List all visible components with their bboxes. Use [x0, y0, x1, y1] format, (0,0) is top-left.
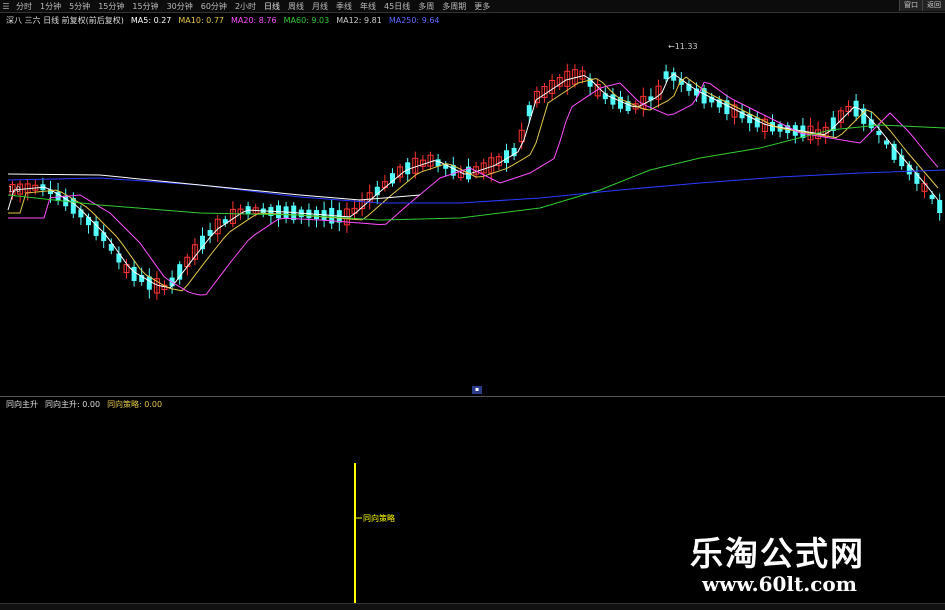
watermark-url: www.60lt.com: [702, 572, 857, 596]
watermark-logo: 乐淘公式网: [690, 534, 865, 573]
candle-body: [390, 173, 395, 184]
candle-body: [101, 232, 107, 242]
candle-body: [131, 266, 137, 281]
indicator-value-2: 同向策略: 0.00: [107, 400, 163, 409]
ma20-line: [8, 81, 939, 296]
candlestick-chart[interactable]: ←11.33 1.0: [0, 26, 945, 396]
ma5-label: MA5: 0.27: [130, 15, 172, 25]
stock-title: 深八 三六 日线 前复权(前后复权): [6, 15, 124, 25]
tab-2hour[interactable]: 2小时: [231, 1, 260, 12]
candle-body: [937, 199, 943, 214]
indicator-value-1: 同向主升: 0.00: [45, 400, 101, 409]
tab-5min[interactable]: 5分钟: [65, 1, 94, 12]
panel-divider[interactable]: [0, 396, 945, 397]
ma10-line: [8, 76, 939, 292]
indicator-name: 同向主升: [6, 400, 38, 409]
candle-body: [146, 276, 152, 290]
tab-daily[interactable]: 日线: [260, 1, 284, 12]
candle-body: [504, 150, 509, 163]
tab-60min[interactable]: 60分钟: [197, 1, 231, 12]
back-button[interactable]: 返回: [922, 0, 945, 11]
ma-legend: 深八 三六 日线 前复权(前后复权) MA5: 0.27 MA10: 0.77 …: [6, 14, 447, 26]
candle-body: [747, 114, 753, 124]
menu-icon[interactable]: ☰: [0, 2, 12, 11]
tab-15min-b[interactable]: 15分钟: [128, 1, 162, 12]
tab-15min[interactable]: 15分钟: [94, 1, 128, 12]
ma20-label: MA20: 8.76: [231, 15, 277, 25]
scroll-handle[interactable]: ▪: [472, 386, 482, 394]
signal-label: 同向策略: [363, 513, 395, 523]
peak-price-label: ←11.33: [668, 42, 698, 51]
tab-more[interactable]: 更多: [470, 1, 494, 12]
ma10-label: MA10: 0.77: [178, 15, 224, 25]
tab-fenshi[interactable]: 分时: [12, 1, 36, 12]
ma60-label: MA60: 9.03: [283, 15, 330, 25]
tab-weekly[interactable]: 周线: [284, 1, 308, 12]
tab-multi[interactable]: 多周: [414, 1, 438, 12]
tab-1min[interactable]: 1分钟: [36, 1, 65, 12]
candle-body: [610, 94, 616, 105]
candle-body: [526, 105, 532, 117]
tab-quarterly[interactable]: 季线: [332, 1, 356, 12]
candle-body: [405, 162, 411, 175]
candle-body: [671, 72, 677, 81]
tab-yearly[interactable]: 年线: [356, 1, 380, 12]
candle-body: [78, 209, 84, 218]
indicator-legend: 同向主升 同向主升: 0.00 同向策略: 0.00: [6, 399, 169, 410]
low-price-label: 1.0: [8, 185, 21, 194]
ma12-label: MA12: 9.81: [336, 15, 382, 25]
tab-45day[interactable]: 45日线: [380, 1, 414, 12]
tab-30min[interactable]: 30分钟: [163, 1, 197, 12]
candle-body: [663, 71, 669, 80]
tab-multi-period[interactable]: 多周期: [438, 1, 470, 12]
window-button[interactable]: 窗口: [899, 0, 922, 11]
tab-monthly[interactable]: 月线: [308, 1, 332, 12]
candle-body: [891, 143, 897, 160]
period-toolbar: ☰ 分时 1分钟 5分钟 15分钟 15分钟 30分钟 60分钟 2小时 日线 …: [0, 0, 945, 13]
ma250-label: MA250: 9.64: [388, 15, 440, 25]
